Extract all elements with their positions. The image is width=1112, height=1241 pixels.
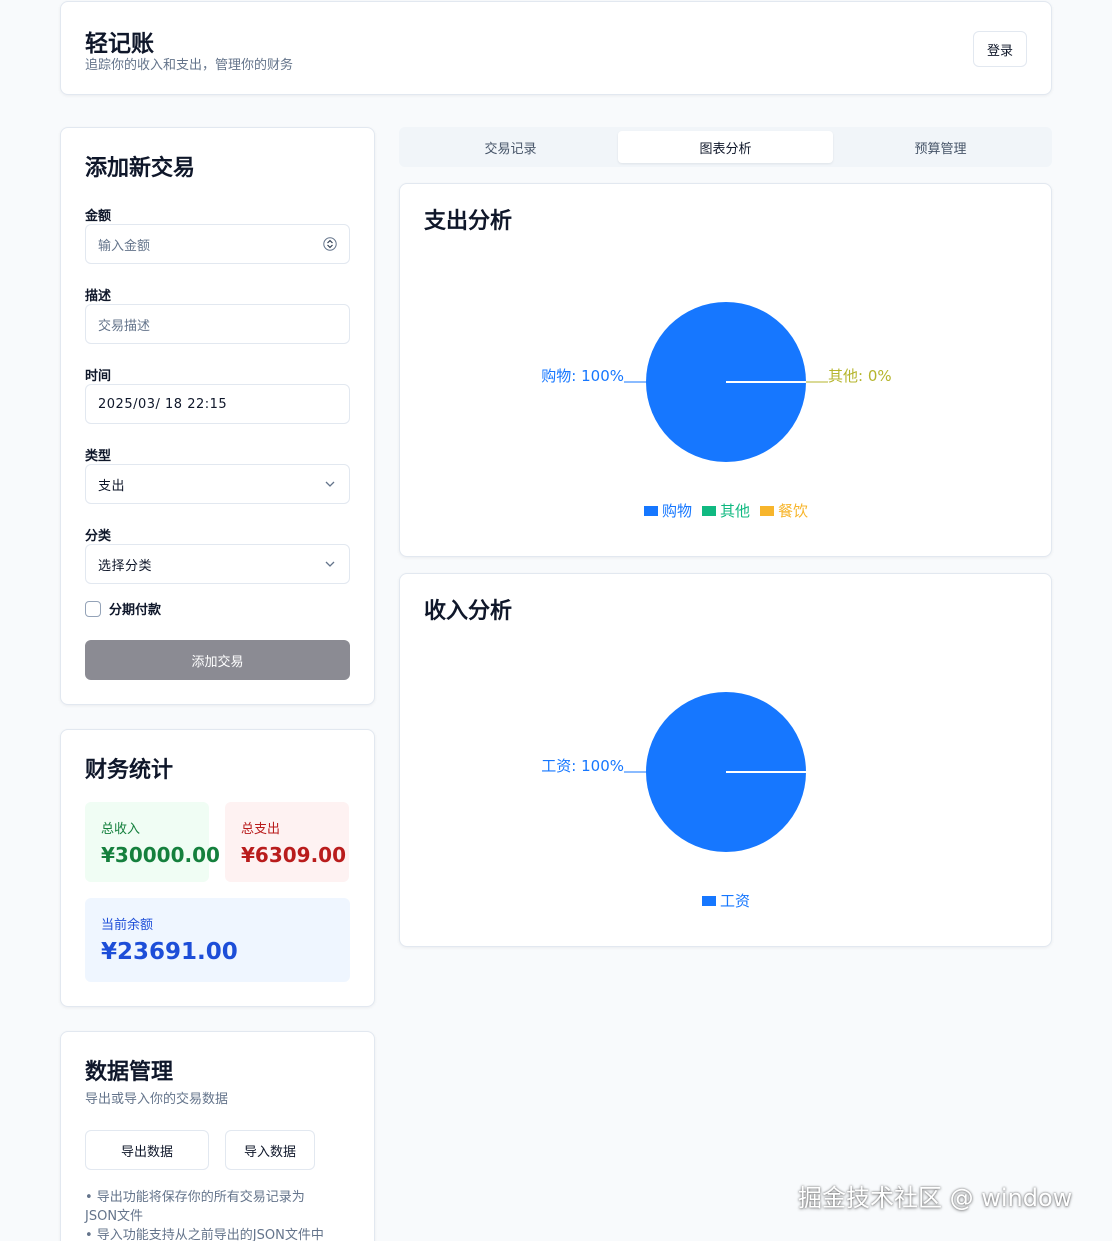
data-management-subtitle: 导出或导入你的交易数据: [85, 1092, 229, 1107]
chevron-down-icon: [325, 481, 335, 487]
legend-label[interactable]: 工资: [720, 892, 750, 910]
time-input[interactable]: 2025/03/ 18 22:15: [85, 384, 350, 424]
amount-label: 金额: [85, 209, 112, 224]
category-select[interactable]: 选择分类: [85, 544, 350, 584]
total-expense-box: 总支出 ¥6309.00: [225, 802, 349, 882]
financial-stats-card: 财务统计 总收入 ¥30000.00 总支出 ¥6309.00 当前余额 ¥23…: [60, 729, 375, 1007]
data-management-card: 数据管理 导出或导入你的交易数据 导出数据 导入数据 • 导出功能将保存你的所有…: [60, 1031, 375, 1241]
add-transaction-card: 添加新交易 金额 输入金额 描述 交易描述 时间 2025/03/ 18 22:…: [60, 127, 375, 705]
import-data-button[interactable]: 导入数据: [225, 1130, 315, 1170]
description-label: 描述: [85, 289, 112, 304]
tab-transactions[interactable]: 交易记录: [403, 131, 618, 163]
type-select[interactable]: 支出: [85, 464, 350, 504]
current-balance-value: ¥23691.00: [101, 939, 238, 965]
chevron-down-icon: [325, 561, 335, 567]
data-note: • 导出功能将保存你的所有交易记录为JSON文件: [85, 1190, 305, 1224]
tab-budget[interactable]: 预算管理: [833, 131, 1048, 163]
data-management-heading: 数据管理: [85, 1060, 174, 1085]
category-value: 选择分类: [98, 558, 153, 574]
app-subtitle: 追踪你的收入和支出，管理你的财务: [85, 58, 294, 73]
number-stepper-icon[interactable]: [323, 237, 337, 251]
slice-label: 工资: 100%: [541, 757, 624, 775]
add-transaction-button[interactable]: 添加交易: [85, 640, 350, 680]
slice-label: 其他: 0%: [828, 367, 892, 385]
legend-label[interactable]: 餐饮: [778, 502, 808, 520]
time-value: 2025/03/ 18 22:15: [98, 396, 228, 412]
type-value: 支出: [98, 478, 126, 494]
add-transaction-heading: 添加新交易: [85, 156, 196, 181]
slice-label: 购物: 100%: [541, 367, 624, 385]
description-input[interactable]: 交易描述: [85, 304, 350, 344]
expense-pie-chart: 支出分析购物: 100% 其他: 0% 购物 其他 餐饮: [424, 209, 892, 520]
total-expense-value: ¥6309.00: [241, 843, 347, 867]
legend-swatch[interactable]: [702, 896, 716, 906]
total-income-label: 总收入: [101, 822, 141, 837]
legend-swatch[interactable]: [644, 506, 658, 516]
installment-row: 分期付款: [85, 599, 161, 618]
tab-chart-analysis[interactable]: 图表分析: [618, 131, 833, 163]
app-header: 轻记账 追踪你的收入和支出，管理你的财务 登录: [60, 1, 1052, 95]
current-balance-label: 当前余额: [101, 918, 154, 933]
legend-swatch[interactable]: [702, 506, 716, 516]
export-data-button[interactable]: 导出数据: [85, 1130, 209, 1170]
amount-placeholder: 输入金额: [98, 238, 151, 254]
time-label: 时间: [85, 369, 112, 384]
app-title: 轻记账: [85, 31, 154, 57]
amount-input[interactable]: 输入金额: [85, 224, 350, 264]
total-income-value: ¥30000.00: [101, 843, 220, 867]
installment-checkbox[interactable]: [85, 600, 101, 617]
chart-title: 支出分析: [424, 209, 512, 234]
stats-heading: 财务统计: [85, 758, 174, 783]
description-placeholder: 交易描述: [98, 318, 151, 334]
data-notes: • 导出功能将保存你的所有交易记录为JSON文件 • 导入功能支持从之前导出的J…: [85, 1188, 335, 1241]
total-income-box: 总收入 ¥30000.00: [85, 802, 220, 882]
data-note: • 导入功能支持从之前导出的JSON文件中: [85, 1228, 324, 1241]
legend-label[interactable]: 其他: [720, 502, 750, 520]
total-expense-label: 总支出: [241, 822, 281, 837]
legend-label[interactable]: 购物: [662, 502, 692, 520]
category-label: 分类: [85, 529, 112, 544]
legend-swatch[interactable]: [760, 506, 774, 516]
installment-label: 分期付款: [109, 603, 162, 618]
chart-title: 收入分析: [424, 598, 512, 624]
expense-analysis-card: 支出分析购物: 100% 其他: 0% 购物 其他 餐饮: [399, 183, 1052, 557]
income-analysis-card: 收入分析工资: 100% 工资: [399, 573, 1052, 947]
income-pie-chart: 收入分析工资: 100% 工资: [424, 598, 806, 910]
view-tabs: 交易记录 图表分析 预算管理: [399, 127, 1052, 167]
type-label: 类型: [85, 449, 112, 464]
watermark: 掘金技术社区 @ window: [798, 1184, 1073, 1212]
login-button[interactable]: 登录: [973, 31, 1027, 67]
current-balance-box: 当前余额 ¥23691.00: [85, 898, 350, 982]
